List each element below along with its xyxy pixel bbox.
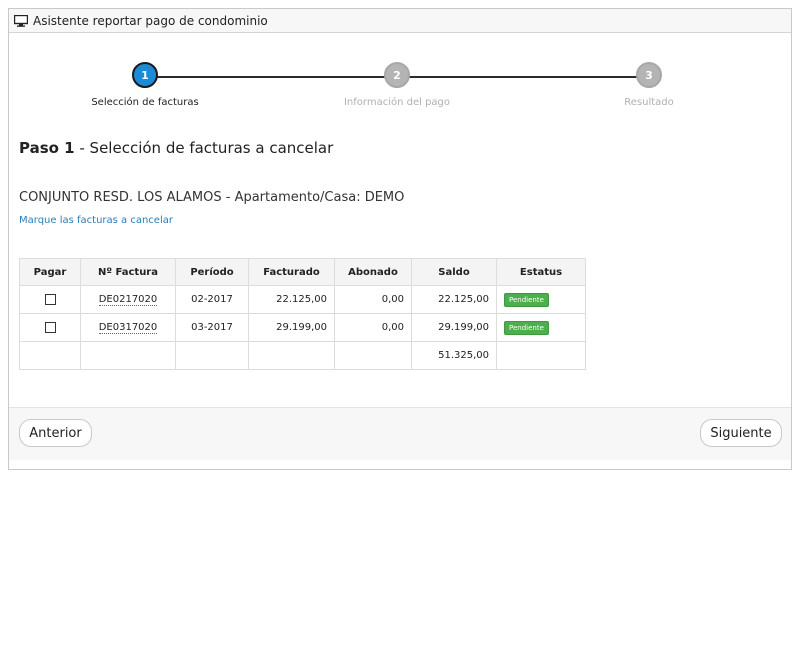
col-header-pagar: Pagar: [19, 258, 81, 286]
pay-cell: [19, 313, 81, 342]
step-heading-bold: Paso 1: [19, 139, 75, 157]
total-balance-cell: 51.325,00: [411, 341, 497, 370]
col-header-saldo: Saldo: [411, 258, 497, 286]
table-row: DE0317020 03-2017 29.199,00 0,00 29.199,…: [19, 313, 586, 342]
monitor-icon: [14, 14, 28, 27]
total-empty-cell: [496, 341, 586, 370]
total-empty-cell: [175, 341, 249, 370]
total-empty-cell: [248, 341, 335, 370]
table-row: DE0217020 02-2017 22.125,00 0,00 22.125,…: [19, 285, 586, 314]
step-1-label: Selección de facturas: [91, 97, 199, 108]
total-empty-cell: [334, 341, 412, 370]
invoice-link[interactable]: DE0217020: [98, 294, 158, 306]
col-header-estatus: Estatus: [496, 258, 586, 286]
pay-checkbox[interactable]: [44, 321, 56, 333]
wizard-step-2: 2 Información del pago: [317, 62, 477, 108]
panel-title: Asistente reportar pago de condominio: [33, 13, 268, 28]
wizard-step-1: 1 Selección de facturas: [65, 62, 225, 108]
invoice-cell: DE0317020: [80, 313, 176, 342]
table-header-row: Pagar Nº Factura Período Facturado Abona…: [19, 258, 586, 286]
step-2-label: Información del pago: [343, 97, 451, 108]
step-2-circle: 2: [384, 62, 410, 88]
invoice-cell: DE0217020: [80, 285, 176, 314]
step-3-circle: 3: [636, 62, 662, 88]
total-empty-cell: [80, 341, 176, 370]
step-3-label: Resultado: [624, 97, 674, 108]
total-empty-cell: [19, 341, 81, 370]
col-header-periodo: Período: [175, 258, 249, 286]
paid-cell: 0,00: [334, 285, 412, 314]
wizard-step-3: 3 Resultado: [569, 62, 729, 108]
col-header-abonado: Abonado: [334, 258, 412, 286]
step-1-circle: 1: [132, 62, 158, 88]
period-cell: 02-2017: [175, 285, 249, 314]
instruction-text: Marque las facturas a cancelar: [19, 215, 173, 226]
pay-cell: [19, 285, 81, 314]
paid-cell: 0,00: [334, 313, 412, 342]
panel-header: Asistente reportar pago de condominio: [9, 9, 791, 33]
status-badge: Pendiente: [504, 292, 549, 307]
next-button[interactable]: Siguiente: [700, 419, 782, 447]
col-header-facturado: Facturado: [248, 258, 335, 286]
invoice-link[interactable]: DE0317020: [98, 322, 158, 334]
balance-cell: 29.199,00: [411, 313, 497, 342]
building-info: CONJUNTO RESD. LOS ALAMOS - Apartamento/…: [19, 190, 405, 205]
billed-cell: 29.199,00: [248, 313, 335, 342]
wizard-progress: 1 Selección de facturas 2 Información de…: [9, 34, 791, 114]
col-header-factura: Nº Factura: [80, 258, 176, 286]
status-cell: Pendiente: [496, 285, 586, 314]
pay-checkbox[interactable]: [44, 293, 56, 305]
status-cell: Pendiente: [496, 313, 586, 342]
billed-cell: 22.125,00: [248, 285, 335, 314]
status-badge: Pendiente: [504, 320, 549, 335]
invoices-table: Pagar Nº Factura Período Facturado Abona…: [19, 258, 586, 370]
panel-footer: Anterior Siguiente: [9, 407, 791, 460]
previous-button[interactable]: Anterior: [19, 419, 92, 447]
table-total-row: 51.325,00: [19, 341, 586, 370]
step-heading: Paso 1 - Selección de facturas a cancela…: [19, 139, 333, 157]
balance-cell: 22.125,00: [411, 285, 497, 314]
period-cell: 03-2017: [175, 313, 249, 342]
step-heading-rest: - Selección de facturas a cancelar: [74, 139, 334, 157]
wizard-panel: Asistente reportar pago de condominio 1 …: [8, 8, 792, 470]
